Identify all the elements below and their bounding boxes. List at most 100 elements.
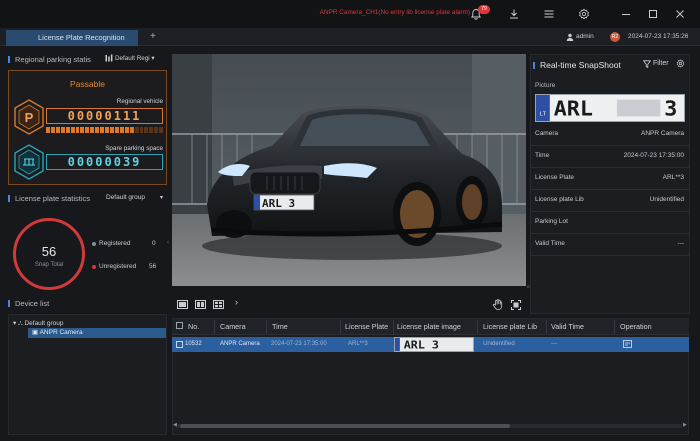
info-value: --- — [677, 240, 685, 247]
row-time: 2024-07-23 17:35:00 — [271, 341, 327, 347]
column-header-valid-time[interactable]: Valid Time — [551, 322, 584, 331]
info-key: Time — [535, 152, 550, 159]
registered-value: 0 — [152, 240, 156, 247]
chevron-down-icon[interactable]: ▾ — [160, 194, 163, 201]
column-header-operation[interactable]: Operation — [620, 322, 652, 331]
scroll-left-arrow[interactable]: ◀ — [173, 422, 177, 428]
occupancy-bar-segment — [114, 127, 119, 133]
occupancy-bar-segment — [90, 127, 95, 133]
video-plate-text: ARL 3 — [262, 197, 295, 210]
device-list-title: Device list — [8, 299, 49, 308]
registered-legend-dot — [92, 242, 96, 246]
snapshot-plate-text: ARL — [554, 96, 593, 120]
scroll-right-arrow[interactable]: ▶ — [683, 422, 687, 428]
occupancy-bar-segment — [50, 127, 55, 133]
tree-item-default-group[interactable]: ▾ ⛬ Default group — [13, 319, 63, 328]
column-divider — [214, 320, 215, 334]
unregistered-value: 56 — [149, 263, 157, 270]
minimize-icon[interactable] — [620, 8, 632, 20]
tree-item-anpr-camera[interactable]: ▣ ANPR Camera — [28, 328, 166, 338]
info-key: License Plate — [535, 174, 575, 181]
regional-vehicle-counter: 00000111 — [46, 108, 163, 124]
chevron-right-icon[interactable]: › — [235, 297, 238, 307]
close-icon[interactable] — [674, 8, 686, 20]
occupancy-bar-segment — [100, 127, 105, 133]
alarm-message[interactable]: ANPR Camera_CH1(No entry lib license pla… — [300, 9, 470, 16]
occupancy-bar-segment — [70, 127, 75, 133]
info-key: Valid Time — [535, 240, 565, 247]
column-header-time[interactable]: Time — [272, 322, 288, 331]
avatar[interactable]: R2 — [610, 32, 620, 42]
user-icon — [566, 33, 574, 41]
column-divider — [477, 320, 478, 334]
info-key: Camera — [535, 130, 559, 137]
row-plate-lib: Unidentified — [483, 341, 515, 347]
occupancy-bar-segment — [80, 127, 85, 133]
spare-parking-label: Spare parking space — [105, 145, 163, 152]
row-valid-time: --- — [551, 341, 557, 347]
group-icon: ⛬ — [18, 320, 23, 327]
spare-parking-counter: 00000039 — [46, 154, 163, 170]
layout-quad-icon[interactable] — [213, 300, 224, 309]
snapshot-plate-image[interactable]: LT ARL 3 — [535, 94, 685, 122]
hand-cursor-icon[interactable] — [492, 299, 503, 310]
parking-p-icon: P — [14, 99, 44, 135]
region-dropdown[interactable]: Default Regi ▾ — [115, 55, 155, 62]
occupancy-bar-segment — [46, 127, 50, 133]
scrollbar-thumb[interactable] — [180, 424, 510, 428]
filter-button[interactable]: Filter — [653, 60, 669, 67]
info-value: Unidentified — [649, 196, 684, 203]
snapshot-plate-suffix: 3 — [664, 96, 677, 120]
occupancy-bar-segment — [119, 127, 124, 133]
header-datetime: 2024-07-23 17:35:26 — [628, 33, 689, 40]
occupancy-bar-segment — [159, 127, 164, 133]
parking-status-label: Passable — [70, 79, 105, 89]
filter-icon[interactable] — [643, 60, 651, 68]
tab-license-plate-recognition[interactable]: License Plate Recognition — [6, 30, 138, 46]
column-header-plate-lib[interactable]: License plate Lib — [483, 322, 537, 331]
realtime-snapshot-title: Real-time SnapShoot — [533, 60, 621, 70]
column-header-camera[interactable]: Camera — [220, 322, 246, 331]
row-checkbox[interactable] — [176, 341, 183, 348]
column-header-plate-image[interactable]: License plate image — [397, 322, 461, 331]
row-plate-text: ARL 3 — [404, 339, 439, 351]
column-header-license-plate[interactable]: License Plate — [345, 322, 388, 331]
menu-icon[interactable] — [543, 8, 555, 20]
picture-label: Picture — [535, 82, 556, 89]
row-plate-image[interactable]: ARL 3 — [394, 337, 474, 352]
occupancy-bar-segment — [65, 127, 70, 133]
column-divider — [393, 320, 394, 334]
column-divider — [546, 320, 547, 334]
live-video-view[interactable]: ARL 3 — [172, 54, 526, 286]
alarm-count-badge: 79 — [478, 5, 490, 14]
layout-split-icon[interactable] — [195, 300, 206, 309]
stats-group-dropdown[interactable]: Default group — [106, 194, 145, 201]
info-value: ARL**3 — [662, 174, 684, 181]
snap-total-value: 56 — [41, 244, 57, 259]
fullscreen-icon[interactable] — [511, 300, 521, 310]
layout-single-icon[interactable] — [177, 300, 188, 309]
username[interactable]: admin — [576, 33, 594, 40]
occupancy-bar-segment — [55, 127, 60, 133]
column-divider — [614, 320, 615, 334]
download-icon[interactable] — [508, 8, 520, 20]
settings-gear-icon[interactable] — [578, 8, 590, 20]
add-tab-button[interactable]: + — [150, 30, 156, 44]
column-header-no[interactable]: No. — [188, 322, 199, 331]
occupancy-bar-segment — [109, 127, 114, 133]
occupancy-bar-segment — [134, 127, 139, 133]
select-all-checkbox[interactable] — [176, 322, 183, 329]
unregistered-label: Unregistered — [99, 263, 137, 270]
occupancy-bar-segment — [105, 127, 109, 133]
regional-vehicle-label: Regional vehicle — [116, 98, 163, 105]
unregistered-legend-dot — [92, 265, 96, 269]
occupancy-bar-segment — [149, 127, 154, 133]
collapse-left-handle[interactable]: ‹ — [167, 240, 169, 246]
maximize-icon[interactable] — [647, 8, 659, 20]
info-value: ANPR Camera — [641, 130, 684, 137]
panel-settings-icon[interactable] — [676, 59, 685, 68]
view-record-icon[interactable] — [623, 340, 632, 348]
regional-parking-title: Regional parking statis — [8, 55, 91, 64]
occupancy-bar — [46, 127, 164, 133]
occupancy-bar-segment — [75, 127, 80, 133]
